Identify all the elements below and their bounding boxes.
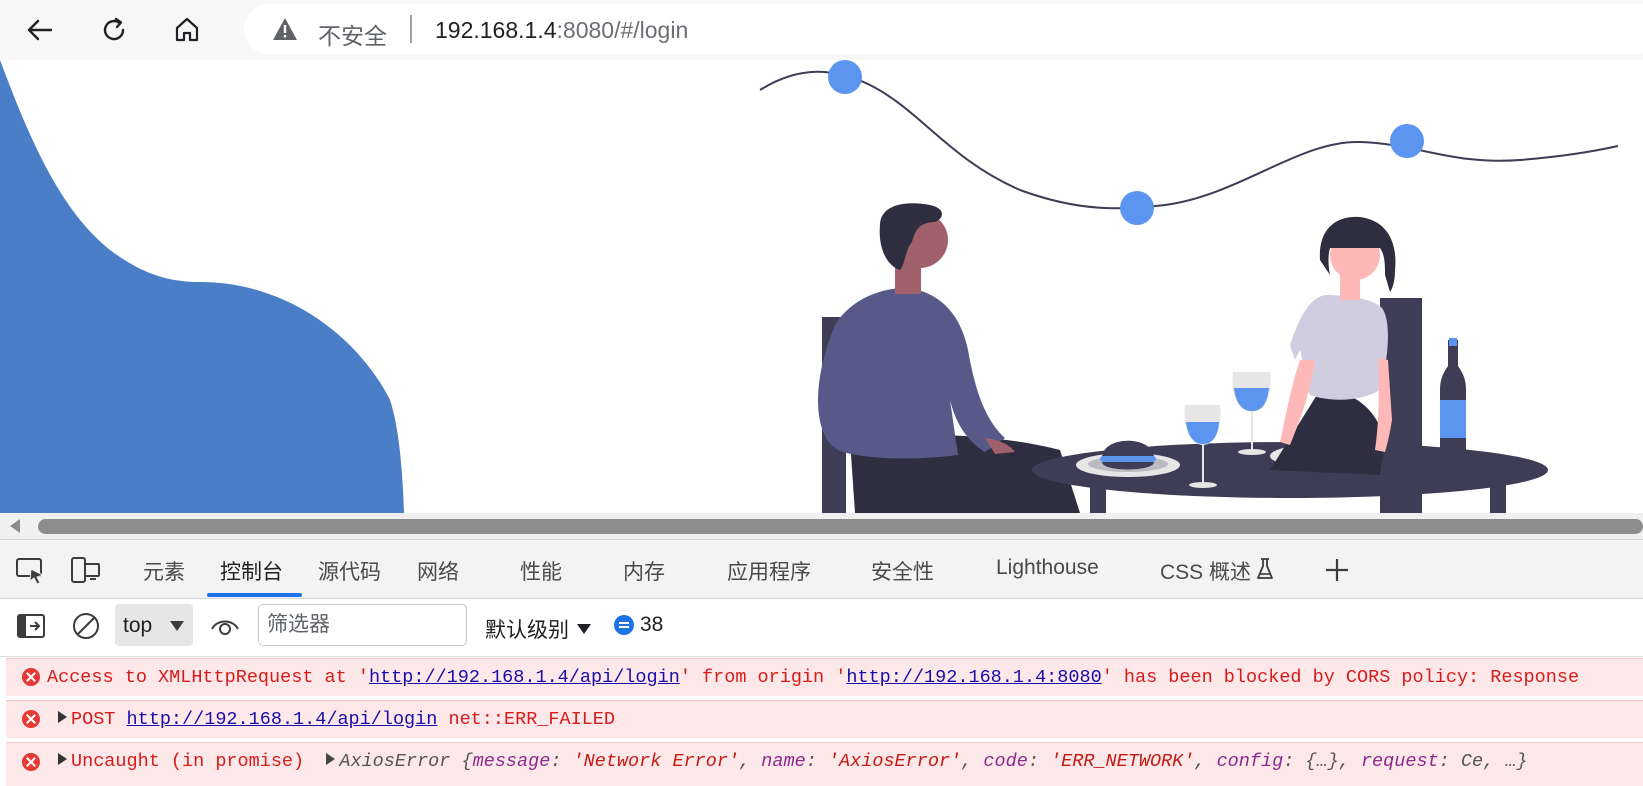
message-text: ' has been blocked by CORS policy: Respo… [1101,667,1580,688]
page-viewport [0,60,1643,513]
browser-toolbar: 不安全 192.168.1.4:8080/#/login [0,0,1643,60]
message-text: net::ERR_FAILED [437,709,616,730]
error-message: Access to XMLHttpRequest at 'http://192.… [47,667,1579,688]
log-level-label: 默认级别 [485,619,569,642]
object-type: AxiosError [339,751,451,772]
expand-object-triangle-icon[interactable] [326,753,336,765]
console-toolbar: top 默认级别 38 [0,599,1643,657]
context-selector[interactable]: top [115,604,193,646]
reload-button[interactable] [92,8,136,52]
message-text: Uncaught (in promise) [71,751,305,772]
object-key: message [472,751,551,772]
console-error-row[interactable]: Access to XMLHttpRequest at 'http://192.… [6,658,1643,696]
chevron-down-icon [577,624,591,634]
reload-icon [103,17,125,41]
devtools-tab-bar: 元素 控制台 源代码 网络 性能 内存 应用程序 安全性 Lighthouse … [0,539,1643,599]
object-value: 'AxiosError' [827,751,962,772]
warning-icon[interactable] [272,17,298,41]
inspect-element-icon[interactable] [15,556,47,584]
error-message: POST http://192.168.1.4/api/login net::E… [58,709,615,730]
light-bulb [1390,124,1424,158]
url-separator [410,15,412,43]
address-bar[interactable]: 不安全 192.168.1.4:8080/#/login [244,4,1643,54]
console-error-row[interactable]: Uncaught (in promise) AxiosError {messag… [6,742,1643,786]
request-url-link[interactable]: http://192.168.1.4/api/login [127,709,438,730]
context-value: top [123,614,153,637]
object-key: code [983,751,1028,772]
message-count: 38 [640,613,664,636]
object-value: Ce, …} [1460,751,1528,772]
tab-memory[interactable]: 内存 [623,556,665,586]
message-bubble-icon [614,615,634,635]
chevron-down-icon [170,621,184,631]
expand-triangle-icon[interactable] [58,753,67,765]
horizontal-scrollbar[interactable] [0,513,1643,539]
url-text[interactable]: 192.168.1.4:8080/#/login [435,17,688,44]
axios-error-object[interactable]: AxiosError {message: 'Network Error', na… [339,751,1527,772]
expand-triangle-icon[interactable] [58,711,67,723]
object-brace: { [450,751,473,772]
filter-input[interactable] [258,604,467,646]
tab-lighthouse[interactable]: Lighthouse [996,556,1099,580]
message-text: POST [71,709,127,730]
light-bulb [828,60,862,94]
object-value: 'ERR_NETWORK' [1050,751,1195,772]
scroll-left-icon[interactable] [10,519,20,533]
object-key: config [1216,751,1284,772]
message-text: ' from origin ' [679,667,847,688]
object-key: name [761,751,806,772]
tab-sources[interactable]: 源代码 [318,556,381,586]
object-value: {…} [1305,751,1339,772]
object-key: request [1360,751,1439,772]
security-status-label[interactable]: 不安全 [318,17,387,51]
more-tabs-plus-icon[interactable] [1323,556,1351,584]
background-blob [0,60,404,513]
tab-network[interactable]: 网络 [417,556,459,586]
scrollbar-thumb[interactable] [38,519,1643,534]
tab-performance[interactable]: 性能 [520,556,562,586]
back-arrow-icon [27,19,53,41]
clear-console-icon[interactable] [71,611,101,641]
home-icon [175,17,199,42]
tab-console[interactable]: 控制台 [220,556,283,586]
log-level-dropdown[interactable]: 默认级别 [485,614,591,644]
error-icon [22,710,40,728]
tab-elements[interactable]: 元素 [143,556,185,586]
active-tab-indicator [207,593,302,597]
light-string [759,70,1619,210]
device-toolbar-icon[interactable] [70,556,102,584]
tab-application[interactable]: 应用程序 [727,556,811,586]
experiment-flask-icon [1257,558,1273,579]
error-icon [22,668,40,686]
url-host: 192.168.1.4 [435,17,557,43]
url-path: :8080/#/login [556,17,689,43]
tab-security[interactable]: 安全性 [871,556,934,586]
back-button[interactable] [18,8,62,52]
origin-url-link[interactable]: http://192.168.1.4:8080 [846,667,1101,688]
request-url-link[interactable]: http://192.168.1.4/api/login [369,667,680,688]
home-button[interactable] [165,8,209,52]
show-sidebar-icon[interactable] [16,613,46,639]
error-icon [22,753,40,771]
console-error-row[interactable]: POST http://192.168.1.4/api/login net::E… [6,700,1643,738]
light-bulb [1120,191,1154,225]
tab-css-overview[interactable]: CSS 概述 [1160,556,1251,586]
object-value: 'Network Error' [572,751,740,772]
live-expression-eye-icon[interactable] [210,613,240,639]
message-text: Access to XMLHttpRequest at ' [47,667,369,688]
error-message: Uncaught (in promise) AxiosError {messag… [58,751,1528,772]
console-messages: Access to XMLHttpRequest at 'http://192.… [0,657,1643,786]
login-illustration [0,60,1619,513]
